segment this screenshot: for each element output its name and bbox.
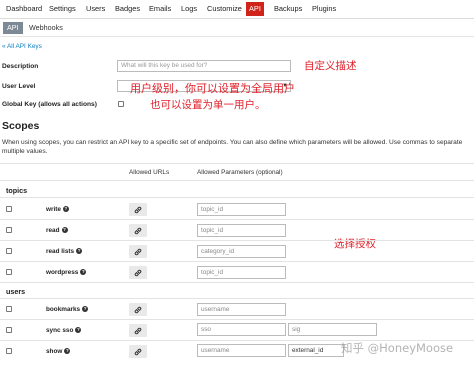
scope-label-text: bookmarks [46,306,81,313]
column-allowed-urls: Allowed URLs [129,169,170,176]
divider [0,319,474,320]
info-icon[interactable]: ? [75,327,82,334]
allowed-param-category-id[interactable]: category_id [197,245,286,258]
info-icon[interactable]: ? [62,206,69,213]
group-topics: topics [6,186,28,195]
info-icon[interactable]: ? [82,306,89,313]
scope-checkbox[interactable] [6,269,12,275]
watermark: 知乎 @HoneyMoose [341,341,454,355]
api-subnav: API Webhooks [0,20,474,37]
allowed-param-external-id[interactable]: external_id [288,344,344,357]
link-icon [134,269,142,276]
tab-badges[interactable]: Badges [112,2,143,16]
scope-label-text: write [46,206,61,213]
tab-users[interactable]: Users [83,2,108,16]
tab-customize[interactable]: Customize [204,2,245,16]
description-label: Description [2,63,39,70]
scope-checkbox[interactable] [6,248,12,254]
subtab-api[interactable]: API [3,22,23,34]
allowed-param-topic-id[interactable]: topic_id [197,266,286,279]
scope-checkbox[interactable] [6,348,12,354]
link-icon [134,348,142,355]
annotation-user-level: 用户级别，你可以设置为全局用户 [130,82,295,95]
scope-row-label: wordpress? [46,269,87,276]
scope-row-label: show? [46,348,71,355]
allowed-urls-button[interactable] [129,203,147,216]
allowed-urls-button[interactable] [129,245,147,258]
divider [0,163,474,164]
allowed-urls-button[interactable] [129,345,147,358]
allowed-urls-button[interactable] [129,224,147,237]
scope-row-label: bookmarks? [46,306,89,313]
link-icon [134,206,142,213]
info-icon[interactable]: ? [76,248,83,255]
link-icon [134,306,142,313]
divider [0,197,474,198]
scope-checkbox[interactable] [6,327,12,333]
user-level-label: User Level [2,83,36,90]
scope-label-text: show [46,348,63,355]
annotation-single-user: 也可以设置为单一用户。 [150,99,266,111]
scope-row-label: sync sso? [46,327,82,334]
annotation-description: 自定义描述 [304,60,357,72]
allowed-param-topic-id[interactable]: topic_id [197,224,286,237]
allowed-param-sso[interactable]: sso [197,323,286,336]
scopes-title: Scopes [2,120,40,132]
global-key-checkbox[interactable] [118,101,124,107]
divider [0,180,474,181]
divider [0,219,474,220]
scope-row-label: read lists? [46,248,83,255]
scope-row-label: write? [46,206,69,213]
allowed-urls-button[interactable] [129,266,147,279]
divider [0,240,474,241]
scope-label-text: sync sso [46,327,74,334]
subtab-webhooks[interactable]: Webhooks [25,22,67,34]
allowed-param-topic-id[interactable]: topic_id [197,203,286,216]
divider [0,261,474,262]
tab-logs[interactable]: Logs [178,2,200,16]
tab-backups[interactable]: Backups [271,2,305,16]
annotation-authorize: 选择授权 [334,238,376,250]
group-users: users [6,287,26,296]
link-icon [134,327,142,334]
allowed-urls-button[interactable] [129,303,147,316]
link-icon [134,227,142,234]
all-api-keys-link[interactable]: « All API Keys [2,43,42,50]
allowed-param-username[interactable]: username [197,303,286,316]
scope-label-text: read [46,227,60,234]
scope-label-text: wordpress [46,269,79,276]
allowed-param-username[interactable]: username [197,344,286,357]
scopes-help-text: When using scopes, you can restrict an A… [2,139,463,155]
divider [0,298,474,299]
allowed-param-sig[interactable]: sig [288,323,377,336]
description-input[interactable]: What will this key be used for? [117,60,291,72]
scope-checkbox[interactable] [6,227,12,233]
global-key-label: Global Key (allows all actions) [2,101,97,108]
tab-emails[interactable]: Emails [146,2,174,16]
scope-row-label: read? [46,227,68,234]
scope-label-text: read lists [46,248,75,255]
allowed-urls-button[interactable] [129,324,147,337]
scope-checkbox[interactable] [6,206,12,212]
info-icon[interactable]: ? [61,227,68,234]
info-icon[interactable]: ? [80,269,87,276]
link-icon [134,248,142,255]
tab-settings[interactable]: Settings [46,2,79,16]
info-icon[interactable]: ? [64,348,71,355]
tab-plugins[interactable]: Plugins [309,2,339,16]
scope-checkbox[interactable] [6,306,12,312]
tab-dashboard[interactable]: Dashboard [3,2,45,16]
admin-nav: Dashboard Settings Users Badges Emails L… [0,0,474,19]
column-allowed-parameters: Allowed Parameters (optional) [197,169,283,176]
divider [0,282,474,283]
tab-api[interactable]: API [246,2,264,16]
